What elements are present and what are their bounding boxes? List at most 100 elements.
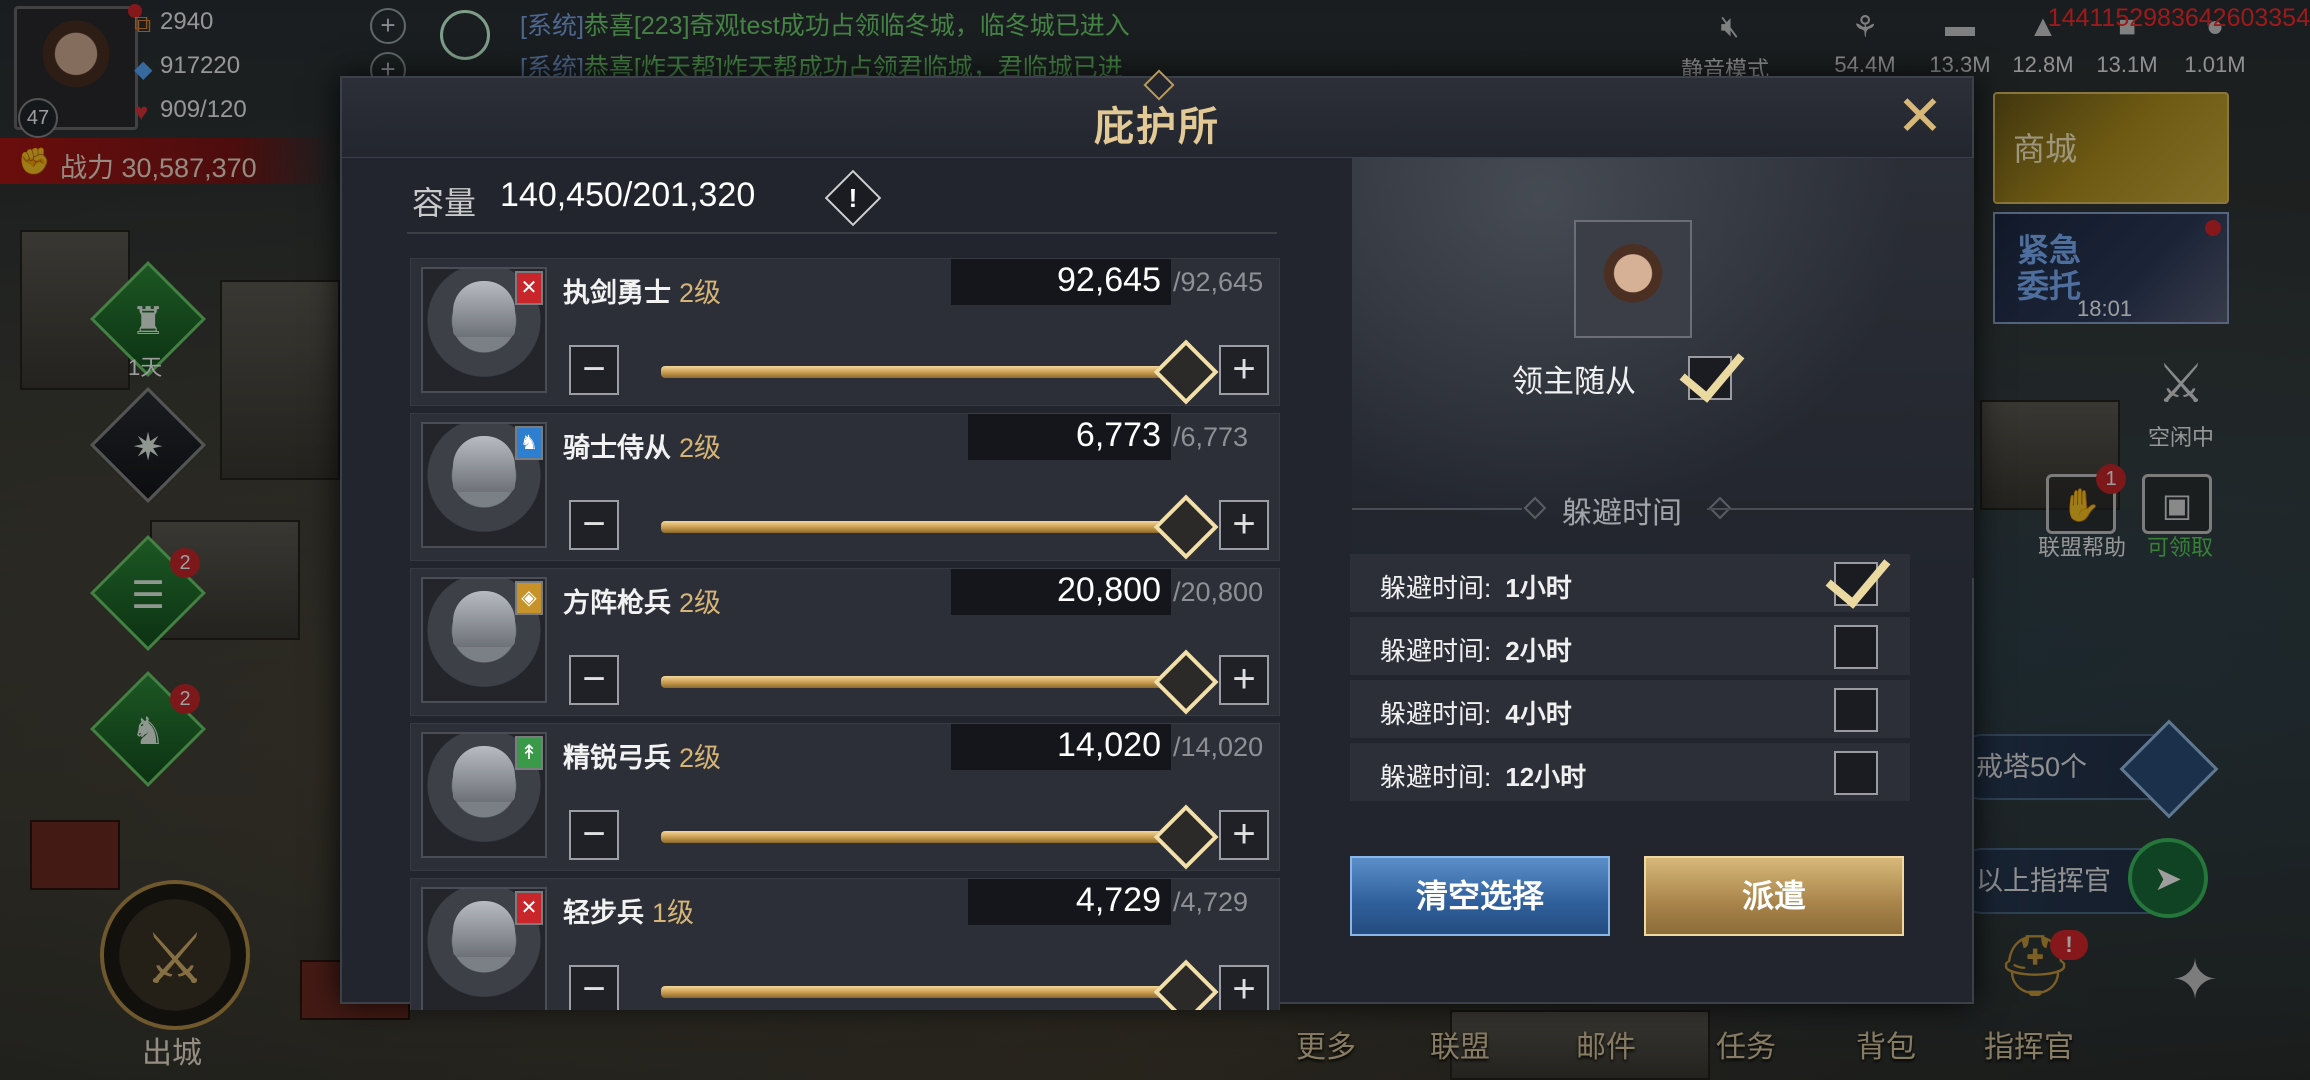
troop-row: ✕ 轻步兵 1级 4,729/4,729 − + [410, 878, 1280, 1010]
troop-count-value: 20,800 [1057, 571, 1161, 609]
info-glyph: ! [848, 183, 858, 213]
troop-row: ↟ 精锐弓兵 2级 14,020/14,020 − + [410, 723, 1280, 871]
hide-time-option-label: 躲避时间: 1小时 [1380, 568, 1572, 605]
troop-row: ♞ 骑士侍从 2级 6,773/6,773 − + [410, 413, 1280, 561]
troop-max-value: /92,645 [1173, 267, 1264, 297]
decrease-button[interactable]: − [569, 345, 619, 395]
troop-slider-track[interactable] [661, 986, 1193, 998]
troop-count-input[interactable]: 6,773 [968, 414, 1171, 460]
decrease-button[interactable]: − [569, 655, 619, 705]
dialog-header: 庇护所 ✕ [342, 69, 1972, 158]
hide-time-checkbox[interactable] [1834, 625, 1878, 669]
troop-slider-track[interactable] [661, 831, 1193, 843]
troop-max-value: /4,729 [1173, 887, 1249, 917]
hide-time-checkbox[interactable] [1834, 688, 1878, 732]
lord-follow-label: 领主随从 [1512, 364, 1636, 399]
troop-type-badge-icon: ✕ [515, 891, 543, 925]
troop-portrait: ✕ [421, 267, 547, 393]
hide-time-option-label: 躲避时间: 4小时 [1380, 694, 1572, 731]
troop-count-value: 92,645 [1057, 261, 1161, 299]
option-label: 躲避时间: [1380, 699, 1492, 729]
troop-slider-handle[interactable] [1153, 804, 1219, 870]
troop-helmet [453, 436, 515, 492]
troop-type-badge-icon: ◈ [515, 581, 543, 615]
troop-name: 执剑勇士 2级 [563, 271, 721, 310]
capacity-label: 容量 [412, 185, 477, 221]
troop-name-text: 精锐弓兵 [563, 743, 671, 773]
troop-slider-track[interactable] [661, 521, 1193, 533]
troop-slider-fill [661, 676, 1193, 688]
troop-slider-fill [661, 366, 1193, 378]
close-icon[interactable]: ✕ [1896, 88, 1944, 144]
troop-slider-handle[interactable] [1153, 339, 1219, 405]
troop-type-glyph: ↟ [520, 742, 538, 764]
troop-row: ◈ 方阵枪兵 2级 20,800/20,800 − + [410, 568, 1280, 716]
increase-button[interactable]: + [1219, 810, 1269, 860]
troop-count-value: 4,729 [1075, 881, 1161, 919]
hide-time-option[interactable]: 躲避时间: 12小时 [1350, 743, 1910, 801]
troop-count-value: 6,773 [1075, 416, 1161, 454]
troop-max-value: /6,773 [1173, 422, 1249, 452]
hide-time-option[interactable]: 躲避时间: 2小时 [1350, 617, 1910, 675]
troop-count-input[interactable]: 92,645 [951, 259, 1171, 305]
troop-slider-fill [661, 521, 1193, 533]
troop-slider-track[interactable] [661, 676, 1193, 688]
troop-portrait: ♞ [421, 422, 547, 548]
troop-max-value: /14,020 [1173, 732, 1264, 762]
troop-count-input[interactable]: 4,729 [968, 879, 1171, 925]
troop-level: 2级 [679, 433, 722, 463]
troop-slider-fill [661, 986, 1193, 998]
troop-type-glyph: ◈ [521, 587, 537, 609]
hide-time-option[interactable]: 躲避时间: 1小时 [1350, 541, 1910, 612]
troop-list[interactable]: ✕ 执剑勇士 2级 92,645/92,645 − + ♞ 骑士侍从 2级 6,773/6,773… [410, 258, 1280, 1010]
increase-button[interactable]: + [1219, 345, 1269, 395]
hide-time-checkbox[interactable] [1834, 751, 1878, 795]
decrease-button[interactable]: − [569, 810, 619, 860]
option-label: 躲避时间: [1380, 573, 1492, 603]
hide-time-option[interactable]: 躲避时间: 4小时 [1350, 680, 1910, 738]
troop-max-value: /20,800 [1173, 577, 1264, 607]
decrease-button[interactable]: − [569, 965, 619, 1010]
shelter-dialog: 庇护所 ✕ 容量 140,450/201,320 ! ✕ 执剑勇士 2级 92,645… [340, 69, 1974, 1010]
troop-name: 轻步兵 1级 [563, 891, 694, 930]
decrease-button[interactable]: − [569, 500, 619, 550]
troop-type-badge-icon: ♞ [515, 426, 543, 460]
divider [1352, 508, 1522, 510]
troop-helmet [453, 281, 515, 337]
troop-slider-handle[interactable] [1153, 494, 1219, 560]
troop-name-text: 执剑勇士 [563, 278, 671, 308]
troop-portrait: ✕ [421, 887, 547, 1010]
increase-button[interactable]: + [1219, 500, 1269, 550]
lord-follow-checkbox[interactable] [1679, 335, 1745, 403]
troop-type-badge-icon: ↟ [515, 736, 543, 770]
troop-type-glyph: ♞ [520, 432, 538, 454]
increase-button[interactable]: + [1219, 965, 1269, 1010]
troop-name: 精锐弓兵 2级 [563, 736, 721, 775]
divider [407, 232, 1277, 234]
troop-portrait: ↟ [421, 732, 547, 858]
hide-time-option-label: 躲避时间: 12小时 [1380, 757, 1586, 794]
clear-selection-button[interactable]: 清空选择 [1350, 856, 1610, 936]
troop-count-value: 14,020 [1057, 726, 1161, 764]
dispatch-button[interactable]: 派遣 [1644, 856, 1904, 936]
troop-count-input[interactable]: 20,800 [951, 569, 1171, 615]
info-icon[interactable]: ! [824, 169, 882, 227]
option-value: 4小时 [1505, 699, 1572, 729]
divider [1707, 508, 1973, 510]
troop-name-text: 骑士侍从 [563, 433, 671, 463]
option-value: 1小时 [1505, 573, 1572, 603]
hide-time-title: 躲避时间 [1562, 497, 1682, 530]
dialog-title: 庇护所 [1094, 103, 1220, 150]
hide-time-checkbox[interactable] [1825, 541, 1891, 609]
troop-row: ✕ 执剑勇士 2级 92,645/92,645 − + [410, 258, 1280, 406]
option-label: 躲避时间: [1380, 762, 1492, 792]
increase-button[interactable]: + [1219, 655, 1269, 705]
troop-count-input[interactable]: 14,020 [951, 724, 1171, 770]
troop-type-badge-icon: ✕ [515, 271, 543, 305]
troop-slider-handle[interactable] [1153, 959, 1219, 1010]
troop-slider-handle[interactable] [1153, 649, 1219, 715]
troop-helmet [453, 591, 515, 647]
troop-slider-track[interactable] [661, 366, 1193, 378]
lord-avatar [1574, 220, 1692, 338]
troop-helmet [453, 746, 515, 802]
